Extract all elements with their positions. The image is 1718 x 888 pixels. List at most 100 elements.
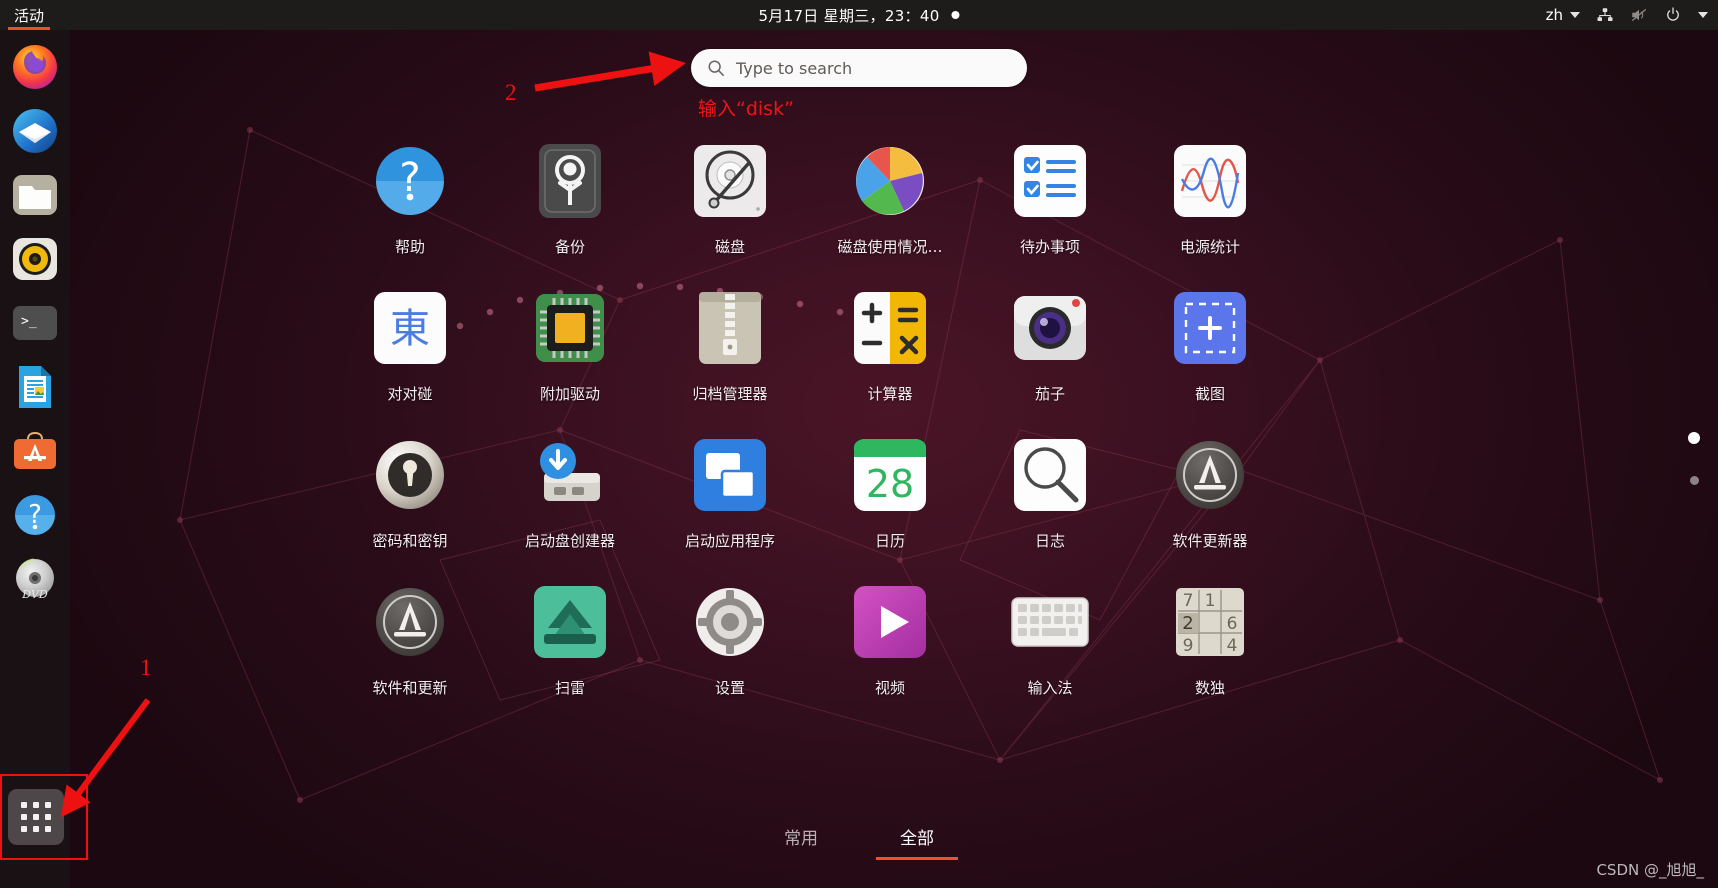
- calendar-day-number: 28: [866, 462, 914, 506]
- grid-dot-icon: [32, 801, 39, 808]
- app-item-logs[interactable]: 日志: [970, 434, 1130, 551]
- dock-item-help[interactable]: ?: [10, 490, 60, 540]
- app-item-calendar[interactable]: 28 日历: [810, 434, 970, 551]
- system-tray: zh: [1546, 6, 1708, 24]
- dock-item-dvd-drive[interactable]: DVD: [10, 554, 60, 604]
- app-item-quadrapassel[interactable]: 東 对对碰: [330, 287, 490, 404]
- grid-dot-icon: [45, 813, 52, 820]
- page-dot[interactable]: [1689, 476, 1699, 485]
- ubuntu-software-icon: [14, 431, 56, 469]
- power-icon[interactable]: [1664, 6, 1682, 24]
- grid-dot-icon: [20, 801, 27, 808]
- grid-dot-icon: [32, 826, 39, 833]
- page-indicator: [1688, 432, 1700, 485]
- app-item-sudoku[interactable]: 71 26 94 2 数独: [1130, 581, 1290, 698]
- app-label: 备份: [554, 238, 585, 256]
- chevron-down-icon: [1570, 12, 1580, 18]
- tab-active-underline: [876, 857, 958, 860]
- app-label: 附加驱动: [539, 385, 600, 403]
- dock-item-rhythmbox[interactable]: [10, 234, 60, 284]
- clock-button[interactable]: 5月17日 星期三，23：40: [758, 5, 960, 26]
- app-item-power-statistics[interactable]: 电源统计: [1130, 140, 1290, 257]
- grid-dot-icon: [45, 801, 52, 808]
- search-input[interactable]: Type to search: [736, 59, 852, 78]
- show-applications-button[interactable]: [8, 789, 64, 845]
- app-label: 茄子: [1034, 385, 1065, 403]
- firefox-icon: [13, 45, 57, 89]
- app-label: 启动应用程序: [684, 532, 775, 550]
- system-menu-caret-icon[interactable]: [1698, 12, 1708, 18]
- dock-item-terminal[interactable]: >_: [10, 298, 60, 348]
- app-item-startup-applications[interactable]: 启动应用程序: [650, 434, 810, 551]
- keyboard-icon: [1009, 581, 1091, 663]
- disk-usage-analyzer-icon: [849, 140, 931, 222]
- tab-all[interactable]: 全部: [876, 820, 958, 860]
- app-item-backup[interactable]: 备份: [490, 140, 650, 257]
- app-label: 视频: [874, 679, 905, 697]
- page-dot-active[interactable]: [1688, 432, 1700, 444]
- app-item-cheese[interactable]: 茄子: [970, 287, 1130, 404]
- cheese-icon: [1009, 287, 1091, 369]
- tab-frequent[interactable]: 常用: [776, 820, 826, 860]
- app-item-disk-usage-analyzer[interactable]: 磁盘使用情况…: [810, 140, 970, 257]
- app-item-software-updater[interactable]: 软件更新器: [1130, 434, 1290, 551]
- app-label: 软件和更新: [372, 679, 448, 697]
- app-item-screenshot[interactable]: 截图: [1130, 287, 1290, 404]
- annotation-marker-2: 2: [505, 80, 517, 105]
- volume-muted-icon[interactable]: [1630, 6, 1648, 24]
- app-label: 输入法: [1027, 679, 1073, 697]
- thunderbird-icon: [13, 109, 57, 153]
- svg-text:4: 4: [1227, 636, 1238, 656]
- show-applications-highlight: [0, 774, 88, 860]
- app-item-calculator[interactable]: 计算器: [810, 287, 970, 404]
- software-and-updates-icon: [369, 581, 451, 663]
- keyboard-layout-label: zh: [1545, 6, 1563, 24]
- tab-label: 全部: [900, 829, 934, 849]
- app-label: 对对碰: [387, 385, 433, 403]
- app-item-settings[interactable]: 设置: [650, 581, 810, 698]
- svg-text:>_: >_: [21, 314, 37, 329]
- app-item-disks[interactable]: 磁盘: [650, 140, 810, 257]
- app-item-mines[interactable]: 扫雷: [490, 581, 650, 698]
- additional-drivers-icon: [529, 287, 611, 369]
- app-item-help[interactable]: ? 帮助: [330, 140, 490, 257]
- app-label: 启动盘创建器: [524, 532, 615, 550]
- tab-label: 常用: [784, 829, 818, 849]
- app-item-todo[interactable]: 待办事项: [970, 140, 1130, 257]
- app-item-videos[interactable]: 视频: [810, 581, 970, 698]
- sudoku-icon: 71 26 94 2: [1169, 581, 1251, 663]
- dock-item-ubuntu-software[interactable]: [10, 426, 60, 476]
- dock-item-files[interactable]: [10, 170, 60, 220]
- calculator-icon: [849, 287, 931, 369]
- dock: >_ ? DVD: [0, 30, 70, 888]
- app-item-archive-manager[interactable]: 归档管理器: [650, 287, 810, 404]
- notification-dot-icon: [951, 11, 960, 19]
- dock-item-libreoffice-writer[interactable]: [10, 362, 60, 412]
- startup-applications-icon: [689, 434, 771, 516]
- dock-item-firefox[interactable]: [10, 42, 60, 92]
- keyboard-layout-button[interactable]: zh: [1546, 6, 1580, 24]
- app-item-input-method[interactable]: 输入法: [970, 581, 1130, 698]
- network-icon[interactable]: [1596, 6, 1614, 24]
- app-label: 待办事项: [1019, 238, 1080, 256]
- help-icon: ?: [369, 140, 451, 222]
- search-bar[interactable]: Type to search: [691, 49, 1027, 87]
- app-item-startup-disk-creator[interactable]: 启动盘创建器: [490, 434, 650, 551]
- top-bar: 活动 5月17日 星期三，23：40 zh: [0, 0, 1718, 30]
- startup-disk-creator-icon: [529, 434, 611, 516]
- app-label: 扫雷: [554, 679, 585, 697]
- app-item-passwords-and-keys[interactable]: 密码和密钥: [330, 434, 490, 551]
- activities-active-underline: [8, 27, 51, 30]
- app-grid: ? 帮助 备份 磁盘 磁盘使用情况… 待办事项 电源统计 東 对对碰 附加驱动 …: [330, 140, 1290, 698]
- app-item-software-and-updates[interactable]: 软件和更新: [330, 581, 490, 698]
- app-label: 日历: [874, 532, 905, 550]
- grid-dot-icon: [20, 813, 27, 820]
- disks-icon: [689, 140, 771, 222]
- svg-text:6: 6: [1227, 614, 1238, 634]
- app-item-additional-drivers[interactable]: 附加驱动: [490, 287, 650, 404]
- help-icon: ?: [15, 495, 55, 535]
- dock-item-thunderbird[interactable]: [10, 106, 60, 156]
- grid-dot-icon: [45, 826, 52, 833]
- svg-text:DVD: DVD: [21, 588, 48, 601]
- activities-button[interactable]: 活动: [0, 0, 58, 30]
